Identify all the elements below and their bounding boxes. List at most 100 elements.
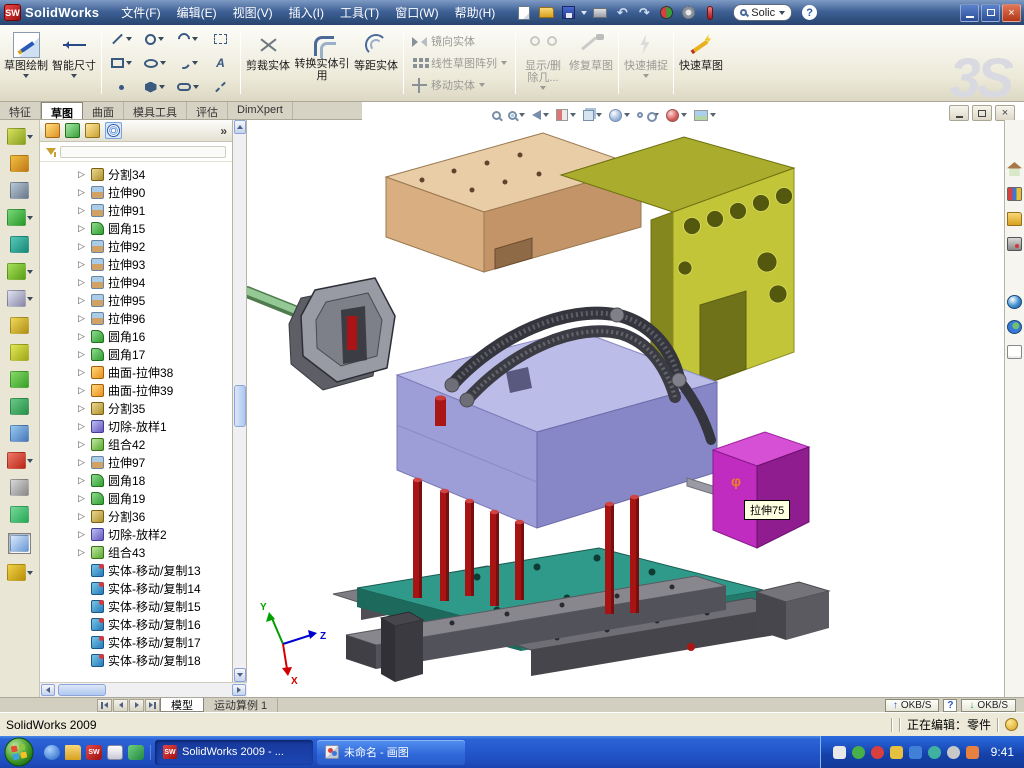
save-dropdown-icon[interactable] <box>581 11 587 15</box>
expand-arrow-icon[interactable]: ▷ <box>78 529 87 540</box>
tree-item[interactable]: ▷拉伸92 <box>40 237 232 255</box>
viewport-3d-scene[interactable]: φ <box>247 120 1004 697</box>
redo-icon[interactable]: ↷ <box>635 4 653 22</box>
expand-arrow-icon[interactable]: ▷ <box>78 385 87 396</box>
maximize-app-button[interactable] <box>981 4 1000 22</box>
expand-arrow-icon[interactable]: ▷ <box>78 277 87 288</box>
graphics-viewport[interactable]: φ <box>247 120 1004 697</box>
part-cam-insert[interactable] <box>289 278 395 390</box>
custom-properties-icon[interactable] <box>1007 345 1022 359</box>
smart-dimension-dropdown-icon[interactable] <box>71 74 77 78</box>
expand-arrow-icon[interactable]: ▷ <box>78 223 87 234</box>
tree-horizontal-scrollbar[interactable] <box>40 682 247 697</box>
menu-help[interactable]: 帮助(H) <box>447 1 504 24</box>
status-help-icon[interactable]: ? <box>943 699 957 712</box>
left-toolbar-icon[interactable] <box>10 506 29 523</box>
polygon-tool-icon[interactable] <box>138 75 171 99</box>
rectangle-tool-icon[interactable] <box>105 51 138 75</box>
record-macro-icon[interactable] <box>701 4 719 22</box>
scrollbar-thumb[interactable] <box>234 385 246 427</box>
tab-model[interactable]: 模型 <box>160 698 204 712</box>
sketch-button[interactable]: 草图绘制 <box>2 27 50 99</box>
ejector-pin[interactable] <box>490 510 499 606</box>
featuremanager-icon[interactable] <box>45 123 60 138</box>
expand-arrow-icon[interactable]: ▷ <box>78 421 87 432</box>
tree-item[interactable]: ▷实体-移动/复制16 <box>40 615 232 633</box>
quick-launch-internet-icon[interactable] <box>44 745 60 760</box>
left-toolbar-icon[interactable] <box>10 236 29 253</box>
tree-item[interactable]: ▷圆角16 <box>40 327 232 345</box>
options-gear-icon[interactable] <box>679 4 697 22</box>
help-icon[interactable]: ? <box>802 5 817 20</box>
tab-sketch[interactable]: 草图 <box>41 102 83 119</box>
close-app-button[interactable]: × <box>1002 4 1021 22</box>
circle-tool-icon[interactable] <box>138 27 171 51</box>
tree-item[interactable]: ▷实体-移动/复制18 <box>40 651 232 669</box>
tree-item[interactable]: ▷拉伸96 <box>40 309 232 327</box>
quick-launch-folder-icon[interactable] <box>65 745 81 760</box>
scene-library-icon[interactable] <box>1007 320 1022 334</box>
menu-edit[interactable]: 编辑(E) <box>169 1 225 24</box>
search-dropdown-icon[interactable] <box>779 11 785 15</box>
left-toolbar-icon[interactable] <box>10 371 29 388</box>
next-tab-button[interactable] <box>129 699 144 712</box>
sketch-dropdown-icon[interactable] <box>23 74 29 78</box>
minimize-doc-button[interactable] <box>949 105 969 121</box>
tree-item[interactable]: ▷组合43 <box>40 543 232 561</box>
part-slide-block[interactable]: φ <box>713 432 809 548</box>
left-toolbar-icon[interactable] <box>7 452 33 469</box>
search-results-icon[interactable] <box>1007 237 1022 251</box>
tree-item[interactable]: ▷分割34 <box>40 165 232 183</box>
left-toolbar-icon[interactable] <box>10 182 29 199</box>
home-icon[interactable] <box>1007 162 1022 176</box>
taskbar-task-solidworks[interactable]: SW SolidWorks 2009 - ... <box>155 740 313 765</box>
tree-item[interactable]: ▷实体-移动/复制15 <box>40 597 232 615</box>
display-delete-relations-button[interactable]: 显示/删除几... <box>519 27 567 99</box>
tree-filter-input[interactable] <box>60 146 226 158</box>
tree-item[interactable]: ▷曲面-拉伸39 <box>40 381 232 399</box>
appearances-icon[interactable] <box>1007 295 1022 309</box>
smart-dimension-button[interactable]: 智能尺寸 <box>50 27 98 99</box>
scroll-left-icon[interactable] <box>41 684 55 696</box>
rebuild-icon[interactable] <box>657 4 675 22</box>
taskbar-task-paint[interactable]: 未命名 - 画图 <box>317 740 465 765</box>
dimxpertmanager-tab[interactable] <box>105 122 122 139</box>
expand-arrow-icon[interactable]: ▷ <box>78 493 87 504</box>
prev-tab-button[interactable] <box>113 699 128 712</box>
tray-icon[interactable] <box>833 746 846 759</box>
left-toolbar-icon[interactable] <box>7 290 33 307</box>
tree-item[interactable]: ▷曲面-拉伸38 <box>40 363 232 381</box>
ejector-pin[interactable] <box>465 499 474 596</box>
ellipse-tool-icon[interactable] <box>138 51 171 75</box>
close-doc-button[interactable]: × <box>995 105 1015 121</box>
first-tab-button[interactable] <box>97 699 112 712</box>
expand-arrow-icon[interactable]: ▷ <box>78 295 87 306</box>
tree-item[interactable]: ▷拉伸91 <box>40 201 232 219</box>
menu-view[interactable]: 视图(V) <box>225 1 281 24</box>
restore-doc-button[interactable] <box>972 105 992 121</box>
left-toolbar-icon-selected[interactable] <box>8 533 31 554</box>
slot-tool-icon[interactable] <box>171 75 204 99</box>
tree-item[interactable]: ▷拉伸90 <box>40 183 232 201</box>
tree-item[interactable]: ▷实体-移动/复制17 <box>40 633 232 651</box>
rapid-sketch-button[interactable]: 快速草图 <box>677 27 725 99</box>
expand-arrow-icon[interactable]: ▷ <box>78 259 87 270</box>
tree-item[interactable]: ▷分割35 <box>40 399 232 417</box>
tray-icon[interactable] <box>890 746 903 759</box>
mirror-entities-button[interactable]: 镜向实体 <box>407 31 512 52</box>
tab-mold-tools[interactable]: 模具工具 <box>124 102 187 119</box>
left-toolbar-icon[interactable] <box>10 479 29 496</box>
repair-sketch-button[interactable]: 修复草图 <box>567 27 615 99</box>
expand-arrow-icon[interactable]: ▷ <box>78 367 87 378</box>
tree-item[interactable]: ▷组合42 <box>40 435 232 453</box>
open-icon[interactable] <box>537 4 555 22</box>
save-icon[interactable] <box>559 4 577 22</box>
left-toolbar-icon[interactable] <box>10 425 29 442</box>
chevron-right-icon[interactable]: » <box>220 124 227 138</box>
previous-view-icon[interactable] <box>532 110 549 120</box>
quick-launch-document-icon[interactable] <box>107 745 123 760</box>
trim-entities-button[interactable]: 剪裁实体 <box>244 27 292 99</box>
tree-item[interactable]: ▷圆角17 <box>40 345 232 363</box>
search-box[interactable]: Solic <box>733 4 792 21</box>
expand-arrow-icon[interactable]: ▷ <box>78 313 87 324</box>
